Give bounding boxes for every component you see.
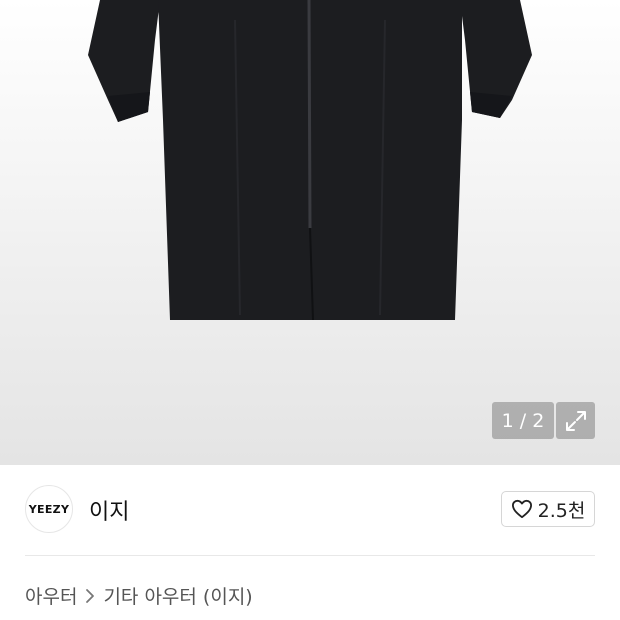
coat-left-cuff <box>108 92 150 122</box>
chevron-right-icon <box>84 588 96 604</box>
divider <box>25 555 595 556</box>
product-image-gallery[interactable]: 1 / 2 <box>0 0 620 465</box>
breadcrumb: 아우터 기타 아우터 (이지) <box>25 582 253 609</box>
brand-row: YEEZY 이지 2.5천 <box>25 484 595 536</box>
brand-logo[interactable]: YEEZY <box>25 485 73 533</box>
coat-zipper <box>307 0 312 229</box>
breadcrumb-item-category[interactable]: 아우터 <box>25 582 77 609</box>
expand-image-button[interactable] <box>556 402 595 439</box>
expand-arrows-icon <box>565 410 586 431</box>
coat-right-cuff <box>470 92 512 118</box>
like-count: 2.5천 <box>537 499 586 522</box>
brand-name[interactable]: 이지 <box>89 494 129 526</box>
image-counter: 1 / 2 <box>492 402 554 439</box>
breadcrumb-item-subcategory[interactable]: 기타 아우터 (이지) <box>103 582 252 609</box>
like-button[interactable]: 2.5천 <box>501 491 595 527</box>
heart-outline-icon <box>511 499 532 519</box>
product-image[interactable] <box>0 0 620 465</box>
